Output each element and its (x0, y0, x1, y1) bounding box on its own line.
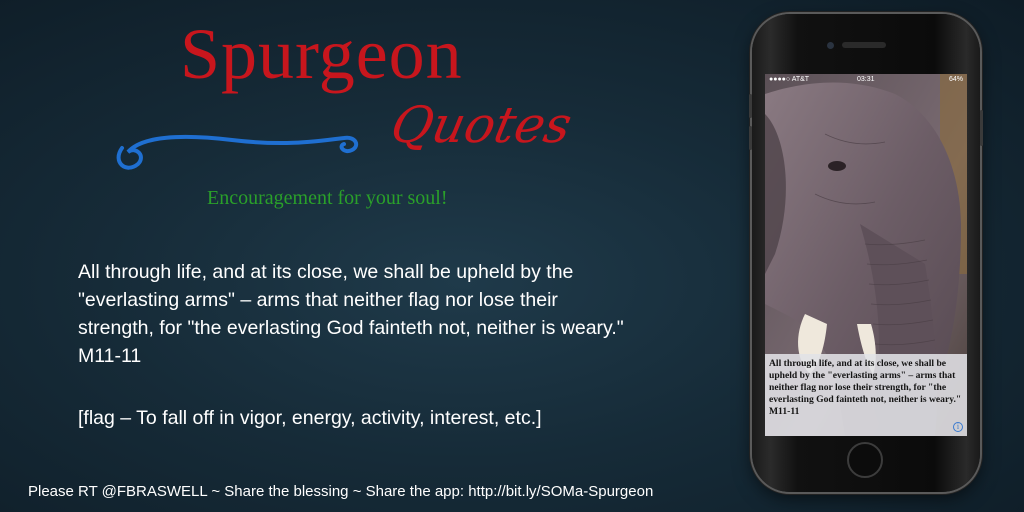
phone-power-button (980, 110, 983, 146)
phone-speaker (842, 42, 886, 48)
phone-camera (827, 42, 834, 49)
promo-graphic: Spurgeon Quotes Encouragement for your s… (0, 0, 1024, 512)
phone-volume-button (749, 94, 752, 118)
quote-caption-overlay: All through life, and at its close, we s… (765, 354, 967, 436)
footer-share-text: Please RT @FBRASWELL ~ Share the blessin… (28, 483, 654, 500)
battery-label: 64% (948, 76, 963, 83)
quote-caption: All through life, and at its close, we s… (769, 358, 962, 417)
definition-text: [flag – To fall off in vigor, energy, ac… (78, 407, 542, 429)
status-bar: ●●●●○ AT&T 03:31 64% (765, 74, 967, 86)
quote-text: All through life, and at its close, we s… (78, 261, 624, 367)
phone-home-button (847, 442, 883, 478)
phone-mockup: ●●●●○ AT&T 03:31 64% All through life, a… (749, 14, 983, 492)
carrier-label: ●●●●○ AT&T (769, 76, 810, 83)
title-spurgeon: Spurgeon (180, 14, 463, 94)
phone-screen: ●●●●○ AT&T 03:31 64% All through life, a… (765, 74, 967, 436)
tagline: Encouragement for your soul! (207, 187, 448, 209)
phone-volume-button (749, 126, 752, 150)
title-quotes: Quotes (385, 96, 577, 154)
decorative-swirl (116, 134, 359, 170)
info-icon[interactable]: i (953, 422, 963, 432)
clock-label: 03:31 (857, 76, 875, 83)
